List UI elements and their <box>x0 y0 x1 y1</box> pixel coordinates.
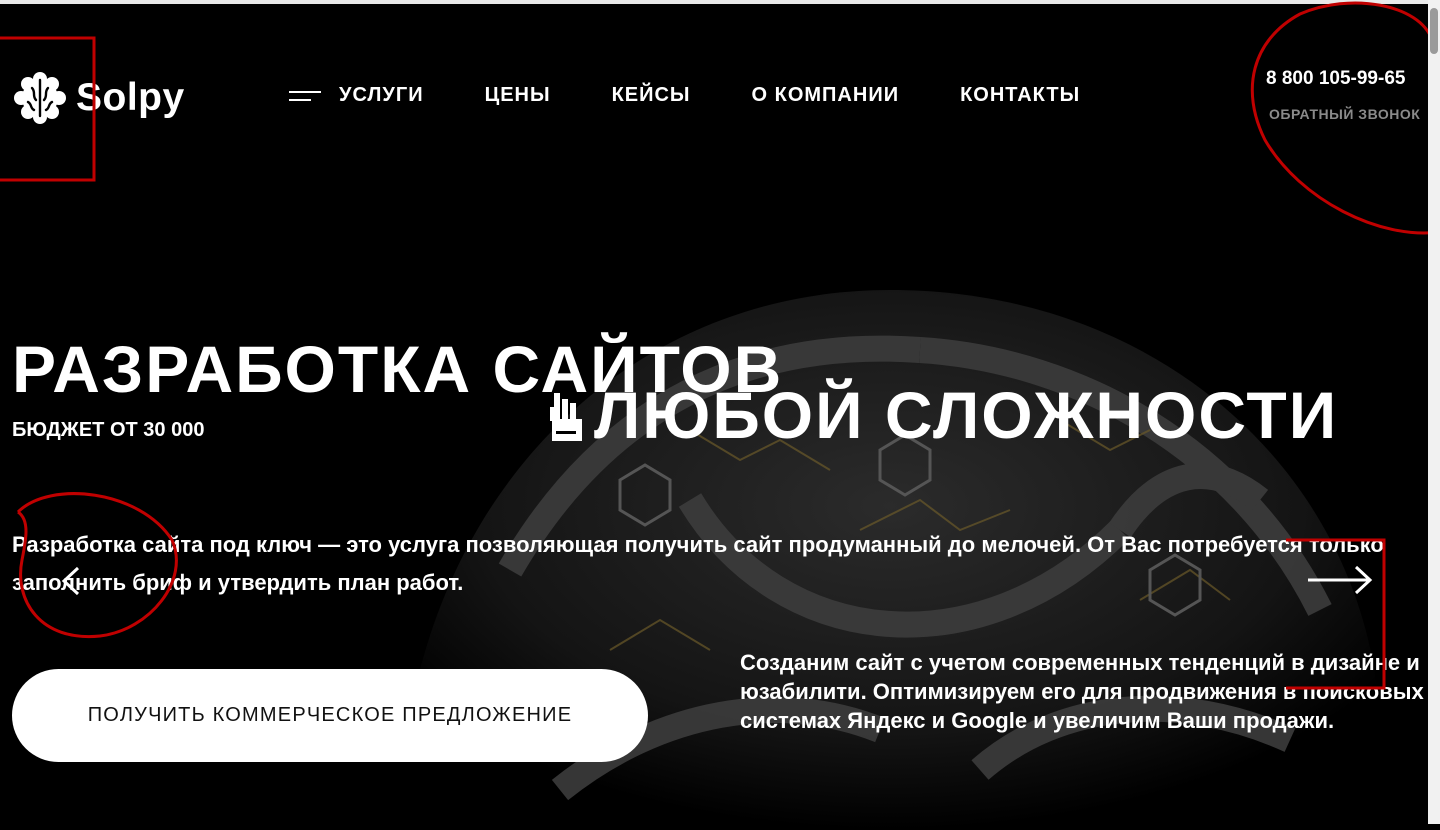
hero-title-line2-wrap: ЛЮБОЙ СЛОЖНОСТИ <box>548 382 1338 448</box>
burger-menu-icon <box>289 89 321 103</box>
nav-item-cases[interactable]: КЕЙСЫ <box>612 84 691 107</box>
promo-text: Созданим сайт с учетом современных тенде… <box>740 650 1424 733</box>
brain-icon <box>14 72 66 124</box>
callback-link[interactable]: ОБРАТНЫЙ ЗВОНОК <box>1269 106 1420 122</box>
nav-item-services[interactable]: УСЛУГИ <box>289 84 424 107</box>
nav-item-about[interactable]: О КОМПАНИИ <box>752 84 900 107</box>
nav-item-prices[interactable]: ЦЕНЫ <box>485 84 551 107</box>
scrollbar[interactable] <box>1428 0 1440 824</box>
nav-item-contacts[interactable]: КОНТАКТЫ <box>960 84 1080 107</box>
hand-cursor-icon <box>550 393 582 441</box>
commercial-offer-button[interactable]: ПОЛУЧИТЬ КОММЕРЧЕСКОЕ ПРЕДЛОЖЕНИЕ <box>12 669 648 762</box>
logo[interactable]: Solpy <box>12 70 185 126</box>
arrow-right-icon[interactable] <box>1306 563 1374 597</box>
main-nav: УСЛУГИ ЦЕНЫ КЕЙСЫ О КОМПАНИИ КОНТАКТЫ <box>289 84 1080 107</box>
hero-title-line2: ЛЮБОЙ СЛОЖНОСТИ <box>594 378 1339 452</box>
hero-description: Разработка сайта под ключ — это услуга п… <box>12 532 1384 595</box>
logo-text: Solpy <box>76 76 185 119</box>
scrollbar-thumb[interactable] <box>1430 8 1438 54</box>
budget-label: БЮДЖЕТ ОТ 30 000 <box>12 419 205 441</box>
nav-item-label: УСЛУГИ <box>339 84 424 106</box>
arrow-left-icon[interactable] <box>58 564 98 598</box>
phone-link[interactable]: 8 800 105-99-65 <box>1266 68 1405 90</box>
top-border <box>0 0 1428 4</box>
